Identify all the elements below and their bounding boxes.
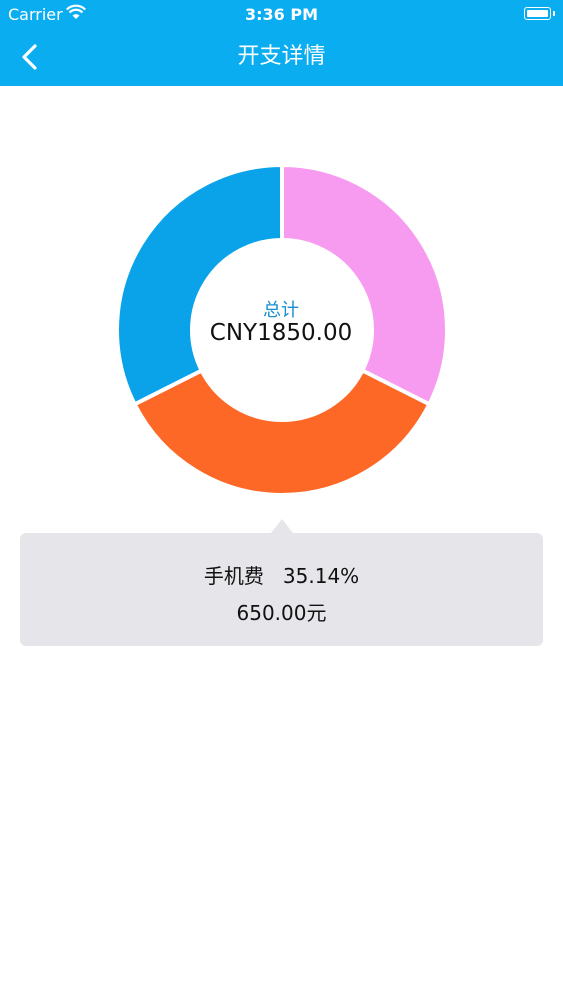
page-title: 开支详情 <box>237 44 326 69</box>
battery-icon <box>524 7 555 20</box>
tooltip-category: 手机费 <box>203 564 264 588</box>
donut-slice-1[interactable] <box>132 368 432 497</box>
header-bar: Carrier 3:36 PM 开支详情 <box>0 0 563 86</box>
tooltip-arrow <box>271 519 293 533</box>
status-time: 3:36 PM <box>244 5 318 24</box>
donut-slice-0[interactable] <box>280 163 449 407</box>
status-bar: Carrier 3:36 PM <box>0 0 563 30</box>
tooltip-title: 手机费 35.14% <box>20 560 543 589</box>
slice-tooltip: 手机费 35.14% 650.00元 <box>20 533 543 646</box>
donut-slice-2[interactable] <box>115 163 284 407</box>
tooltip-amount: 650.00元 <box>236 601 327 625</box>
total-value: CNY1850.00 <box>209 320 353 346</box>
tooltip-percent: 35.14% <box>282 564 360 588</box>
total-label: 总计 <box>263 300 299 321</box>
